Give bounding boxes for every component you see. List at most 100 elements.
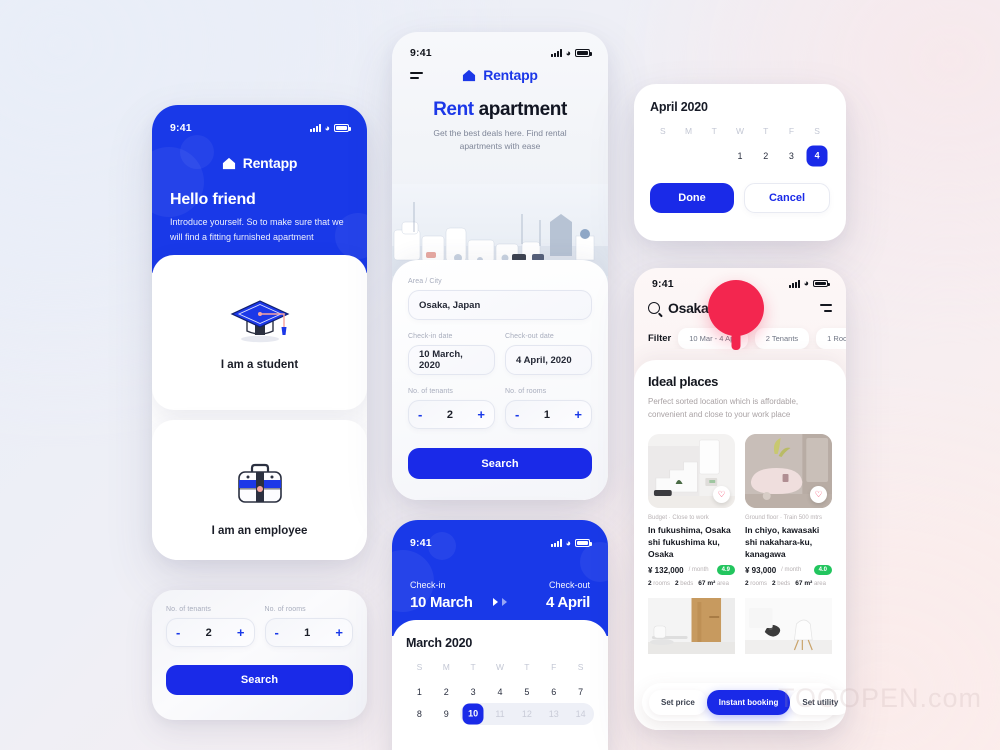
rooms-value: 1: [304, 626, 311, 639]
page-title-rest: apartment: [473, 98, 568, 120]
search-icon: [648, 302, 660, 314]
listing-title: In chiyo, kawasaki shi nakahara-ku, kana…: [745, 524, 820, 560]
page-title-accent: Rent: [433, 98, 474, 120]
choice-card-employee[interactable]: I am an employee: [152, 420, 367, 560]
listing-beds-count: 2: [771, 580, 776, 588]
calendar-day[interactable]: 3: [460, 681, 487, 703]
rooms-label: No. of rooms: [505, 388, 547, 395]
tenants-plus-button[interactable]: +: [477, 408, 485, 421]
rooms-label: No. of rooms: [264, 606, 306, 613]
calendar-day-selected[interactable]: 10: [459, 703, 487, 725]
rooms-minus-button[interactable]: -: [515, 408, 519, 421]
calendar-day-empty: [701, 145, 727, 167]
tenants-value: 2: [446, 408, 453, 421]
dow-label: T: [711, 126, 717, 136]
status-time: 9:41: [652, 277, 674, 290]
tenants-group: No. of tenants - 2 +: [408, 388, 495, 429]
filter-chip-rooms[interactable]: 1 Roo: [816, 328, 846, 349]
calendar-day[interactable]: 13: [540, 703, 568, 725]
section-title: Ideal places: [648, 374, 719, 389]
checkout-input[interactable]: 4 April, 2020: [505, 345, 592, 375]
rooms-stepper[interactable]: - 1 +: [264, 618, 353, 647]
listing-card[interactable]: ♡ Budget · Close to work In fukushima, O…: [648, 433, 735, 588]
area-input[interactable]: Osaka, Japan: [408, 290, 592, 320]
rooms-minus-button[interactable]: -: [275, 626, 279, 639]
listing-card[interactable]: ♡ Ground floor · Train 500 mtrs In chiyo…: [745, 433, 832, 587]
signal-bars-icon: [550, 49, 562, 57]
onboarding-hero: 9:41 ◕ Rentapp Hello friend Introduce yo…: [152, 105, 367, 273]
calendar-day[interactable]: 14: [567, 703, 594, 725]
status-bar: 9:41 ◕: [152, 117, 367, 139]
battery-icon: [813, 279, 830, 288]
calendar-day-empty: [676, 145, 702, 167]
done-button[interactable]: Done: [650, 183, 734, 213]
listing-rating-badge: 4.0: [813, 565, 832, 576]
calendar-day[interactable]: 11: [486, 703, 514, 725]
signal-bars-icon: [550, 539, 562, 547]
calendar-day[interactable]: 2: [753, 145, 779, 167]
listing-rooms-count: 2: [648, 580, 652, 588]
calendar-day[interactable]: 4: [487, 681, 514, 703]
tenants-minus-button[interactable]: -: [418, 408, 422, 421]
checkin-input[interactable]: 10 March, 2020: [408, 345, 495, 375]
status-icons: ◕: [788, 279, 830, 288]
calendar-day[interactable]: 7: [567, 681, 594, 703]
rooms-plus-button[interactable]: +: [335, 626, 343, 639]
search-form-card: Area / City Osaka, Japan Check-in date 1…: [392, 260, 608, 500]
calendar-day[interactable]: 9: [433, 703, 460, 725]
tenants-stepper[interactable]: - 2 +: [166, 618, 255, 647]
calendar-day[interactable]: 3: [779, 145, 805, 167]
graduation-cap-icon: [230, 299, 289, 342]
brand-name: Rentapp: [483, 67, 538, 84]
tenants-plus-button[interactable]: +: [237, 626, 245, 639]
tenants-value: 2: [205, 626, 212, 639]
calendar-day[interactable]: 12: [513, 703, 541, 725]
listing-photo[interactable]: [648, 598, 735, 655]
listing-rooms-label: rooms: [750, 581, 767, 588]
favorite-button[interactable]: ♡: [810, 485, 827, 503]
search-button[interactable]: Search: [408, 448, 592, 479]
checkout-group: Check-out date 4 April, 2020: [505, 333, 592, 375]
choice-card-student[interactable]: I am a student: [152, 255, 367, 410]
tenants-minus-button[interactable]: -: [176, 626, 180, 639]
left-search-widget: No. of tenants - 2 + No. of rooms - 1 +: [152, 590, 367, 720]
listing-area-label: area: [716, 581, 729, 588]
calendar-day[interactable]: 5: [513, 681, 540, 703]
calendar-day[interactable]: 8: [406, 703, 433, 725]
calendar-day[interactable]: 2: [433, 681, 460, 703]
calendar-day-selected[interactable]: 4: [804, 145, 830, 167]
calendar-day-selected-value: 10: [462, 703, 484, 725]
signal-bars-icon: [788, 279, 800, 288]
dow-label: S: [660, 126, 666, 136]
calendar-grid: S M T W T F S 1 2 3 4: [650, 126, 830, 167]
listing-rooms-label: rooms: [653, 581, 670, 588]
ideal-places-sheet: Ideal places Perfect sorted location whi…: [634, 360, 846, 730]
checkout-display[interactable]: Check-out 4 April: [546, 580, 590, 611]
listing-grid: ♡ Budget · Close to work In fukushima, O…: [648, 433, 832, 588]
favorite-button[interactable]: ♡: [713, 485, 730, 503]
listing-grid-row2: [648, 598, 832, 655]
choice-label-student: I am a student: [220, 358, 299, 371]
status-icons: ◕: [309, 123, 351, 133]
rooms-plus-button[interactable]: +: [574, 408, 582, 421]
filter-chip-tenants[interactable]: 2 Tenants: [754, 328, 810, 349]
checkin-display[interactable]: Check-in 10 March: [410, 580, 473, 611]
listing-photo[interactable]: [745, 598, 832, 655]
listing-price: ¥ 132,000: [648, 565, 684, 575]
rooms-value: 1: [543, 408, 550, 421]
cancel-button[interactable]: Cancel: [744, 183, 830, 213]
dow-label: S: [416, 662, 423, 672]
filter-sliders-icon[interactable]: [820, 304, 832, 312]
search-button[interactable]: Search: [166, 665, 353, 695]
wifi-icon: ◕: [565, 537, 571, 548]
calendar-day[interactable]: 1: [406, 681, 433, 703]
hamburger-menu-icon[interactable]: [410, 72, 423, 79]
tenants-stepper[interactable]: - 2 +: [408, 400, 495, 429]
rooms-group: No. of rooms - 1 +: [264, 606, 353, 647]
listing-meta: 2 rooms 2 beds 67 m² area: [745, 580, 832, 587]
rooms-stepper[interactable]: - 1 +: [505, 400, 592, 429]
calendar-day[interactable]: 6: [540, 681, 567, 703]
set-price-button[interactable]: Set price: [649, 689, 707, 715]
calendar-day[interactable]: 1: [727, 145, 753, 167]
listing-price-period: / month: [688, 567, 709, 574]
